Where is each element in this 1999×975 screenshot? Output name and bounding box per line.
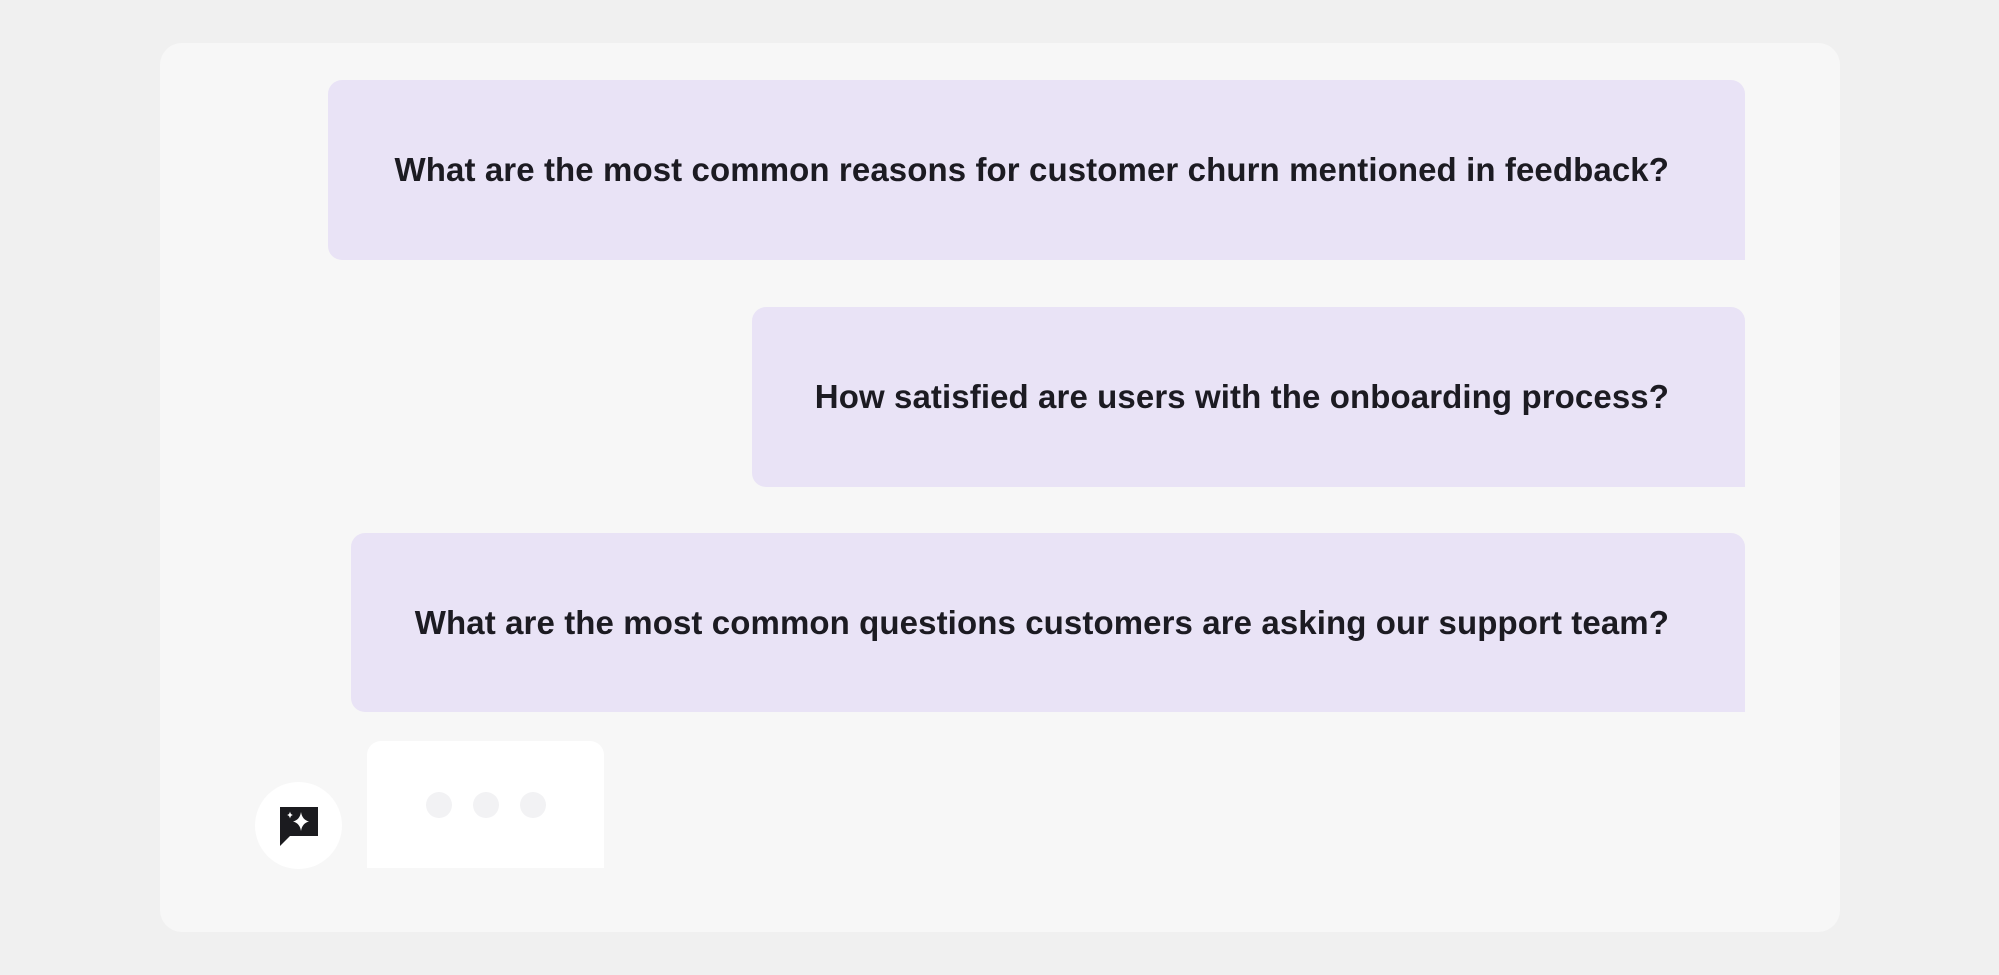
message-text: What are the most common questions custo… xyxy=(414,603,1669,641)
message-text: How satisfied are users with the onboard… xyxy=(814,378,1669,415)
typing-dot xyxy=(472,791,499,818)
user-message: What are the most common reasons for cus… xyxy=(328,80,1745,260)
assistant-avatar xyxy=(255,782,342,869)
typing-dot xyxy=(425,791,452,818)
message-text: What are the most common reasons for cus… xyxy=(394,151,1669,188)
user-message: How satisfied are users with the onboard… xyxy=(752,307,1745,487)
user-message: What are the most common questions custo… xyxy=(351,533,1745,712)
typing-indicator xyxy=(367,741,604,868)
typing-dot xyxy=(519,791,546,818)
sparkle-chat-icon xyxy=(279,806,318,846)
